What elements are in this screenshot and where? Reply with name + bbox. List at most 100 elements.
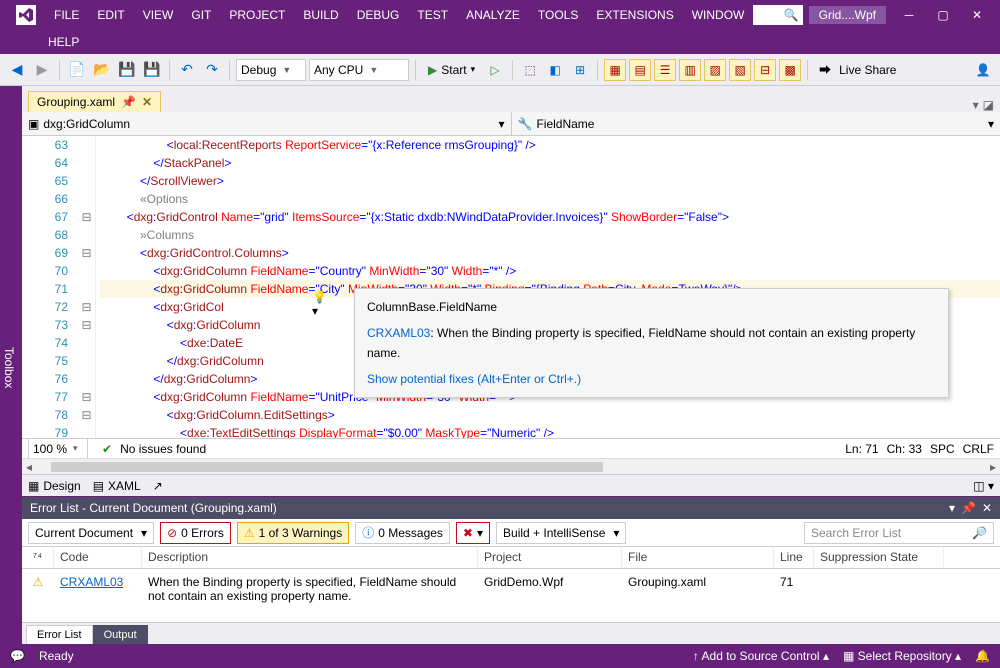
panel-close-icon[interactable]: ✕ (982, 501, 992, 515)
menu-analyze[interactable]: ANALYZE (458, 4, 528, 26)
chat-icon[interactable]: 💬 (10, 649, 25, 663)
tool-a-button[interactable]: ⬚ (519, 59, 541, 81)
nav-fwd-button[interactable]: ▶ (31, 59, 53, 81)
search-icon: 🔎 (972, 526, 987, 540)
error-search-input[interactable]: Search Error List🔎 (804, 522, 994, 544)
share-icon[interactable]: ⮕ (814, 59, 836, 81)
nav-member-combo[interactable]: 🔧 FieldName ▾ (512, 112, 1000, 135)
code-editor[interactable]: 63646566676869707172737475767778798081 ⊟… (22, 136, 1000, 438)
editor-nav-bar: ▣ dxg:GridColumn ▾ 🔧 FieldName ▾ (22, 112, 1000, 136)
hl-1-button[interactable]: ▦ (604, 59, 626, 81)
hl-4-button[interactable]: ▥ (679, 59, 701, 81)
col-file[interactable]: File (622, 547, 774, 568)
tab-output[interactable]: Output (93, 625, 148, 644)
start-no-debug-button[interactable]: ▷ (484, 59, 506, 81)
save-all-button[interactable]: 💾 (141, 59, 163, 81)
hl-8-button[interactable]: ▩ (779, 59, 801, 81)
menu-project[interactable]: PROJECT (221, 4, 293, 26)
tooltip-code-link[interactable]: CRXAML03 (367, 326, 430, 340)
tab-grouping-xaml[interactable]: Grouping.xaml 📌 ✕ (28, 91, 161, 112)
col-supp[interactable]: Suppression State (814, 547, 944, 568)
warnings-filter[interactable]: ⚠1 of 3 Warnings (237, 522, 349, 544)
maximize-button[interactable]: ▢ (926, 2, 960, 28)
hl-2-button[interactable]: ▤ (629, 59, 651, 81)
errors-filter[interactable]: ⊘0 Errors (160, 522, 231, 544)
hl-3-button[interactable]: ☰ (654, 59, 676, 81)
menu-edit[interactable]: EDIT (89, 4, 132, 26)
col-line[interactable]: Line (774, 547, 814, 568)
fold-gutter[interactable]: ⊟⊟⊟⊟⊟⊟ (78, 136, 96, 438)
hl-5-button[interactable]: ▨ (704, 59, 726, 81)
solution-explorer-icon[interactable]: ◪ (983, 98, 994, 112)
menu-file[interactable]: FILE (46, 4, 87, 26)
nav-type-combo[interactable]: ▣ dxg:GridColumn ▾ (22, 112, 512, 135)
split-icon[interactable]: ◫ ▾ (973, 479, 994, 493)
error-table-header: ⁷⁴ Code Description Project File Line Su… (22, 547, 1000, 569)
pin-icon[interactable]: 📌 (961, 501, 976, 515)
config-combo[interactable]: Debug▼ (236, 59, 306, 81)
left-sidebar: Toolbox Document Outline Data Sources (0, 86, 22, 644)
tab-dropdown-icon[interactable]: ▾ (973, 98, 979, 112)
popout-icon[interactable]: ↗ (153, 479, 163, 493)
start-button[interactable]: ▶Start▾ (422, 59, 481, 81)
select-repo[interactable]: ▦ Select Repository ▴ (843, 649, 961, 663)
hl-6-button[interactable]: ▧ (729, 59, 751, 81)
minimize-button[interactable]: ─ (892, 2, 926, 28)
lightbulb-icon[interactable]: 💡▾ (312, 290, 330, 308)
platform-combo[interactable]: Any CPU▼ (309, 59, 409, 81)
hl-7-button[interactable]: ⊟ (754, 59, 776, 81)
tooltip-title: ColumnBase.FieldName (367, 297, 936, 317)
error-code-link[interactable]: CRXAML03 (60, 575, 123, 589)
title-search-input[interactable]: 🔍 (753, 5, 803, 25)
col-project[interactable]: Project (478, 547, 622, 568)
menu-build[interactable]: BUILD (295, 4, 346, 26)
check-icon: ✔ (102, 442, 112, 456)
xaml-tab[interactable]: ▤XAML (93, 479, 141, 493)
wrench-icon: 🔧 (518, 117, 533, 131)
menu-tools[interactable]: TOOLS (530, 4, 586, 26)
col-desc[interactable]: Description (142, 547, 478, 568)
messages-filter[interactable]: ⓘ0 Messages (355, 522, 450, 544)
error-desc: When the Binding property is specified, … (142, 573, 478, 605)
build-filter-combo[interactable]: Build + IntelliSense▾ (496, 522, 626, 544)
col-code[interactable]: Code (54, 547, 142, 568)
redo-button[interactable]: ↷ (201, 59, 223, 81)
menu-extensions[interactable]: EXTENSIONS (588, 4, 681, 26)
tab-close-icon[interactable]: ✕ (142, 95, 152, 109)
tool-b-button[interactable]: ◧ (544, 59, 566, 81)
panel-dropdown-icon[interactable]: ▾ (949, 501, 955, 515)
tab-error-list[interactable]: Error List (26, 625, 93, 644)
liveshare-label[interactable]: Live Share (839, 63, 896, 77)
col-icon[interactable]: ⁷⁴ (22, 547, 54, 568)
user-icon[interactable]: 👤 (972, 59, 994, 81)
close-button[interactable]: ✕ (960, 2, 994, 28)
crlf-label: CRLF (963, 442, 994, 456)
menu-test[interactable]: TEST (409, 4, 456, 26)
menu-help[interactable]: HELP (40, 31, 87, 53)
nav-back-button[interactable]: ◀ (6, 59, 28, 81)
tool-c-button[interactable]: ⊞ (569, 59, 591, 81)
menu-git[interactable]: GIT (183, 4, 219, 26)
bell-icon[interactable]: 🔔 (975, 649, 990, 663)
zoom-combo[interactable]: 100 %▾ (28, 438, 88, 460)
sidebar-toolbox[interactable]: Toolbox (0, 343, 18, 392)
new-project-button[interactable]: 📄 (66, 59, 88, 81)
error-table: ⁷⁴ Code Description Project File Line Su… (22, 547, 1000, 622)
pin-icon[interactable]: 📌 (121, 95, 136, 109)
solution-name-label: Grid....Wpf (809, 6, 886, 24)
h-scrollbar[interactable]: ◂▸ (22, 458, 1000, 474)
search-icon: 🔍 (784, 8, 799, 22)
add-source-control[interactable]: ↑ Add to Source Control ▴ (693, 649, 829, 663)
ready-label: Ready (39, 649, 74, 663)
x-filter[interactable]: ✖▾ (456, 522, 490, 544)
scope-combo[interactable]: Current Document▾ (28, 522, 154, 544)
save-button[interactable]: 💾 (116, 59, 138, 81)
design-tab[interactable]: ▦Design (28, 479, 81, 493)
error-row[interactable]: ⚠ CRXAML03 When the Binding property is … (22, 569, 1000, 609)
undo-button[interactable]: ↶ (176, 59, 198, 81)
menu-debug[interactable]: DEBUG (349, 4, 408, 26)
menu-window[interactable]: WINDOW (684, 4, 753, 26)
menu-view[interactable]: VIEW (135, 4, 182, 26)
open-button[interactable]: 📂 (91, 59, 113, 81)
show-fixes-link[interactable]: Show potential fixes (Alt+Enter or Ctrl+… (367, 369, 936, 389)
